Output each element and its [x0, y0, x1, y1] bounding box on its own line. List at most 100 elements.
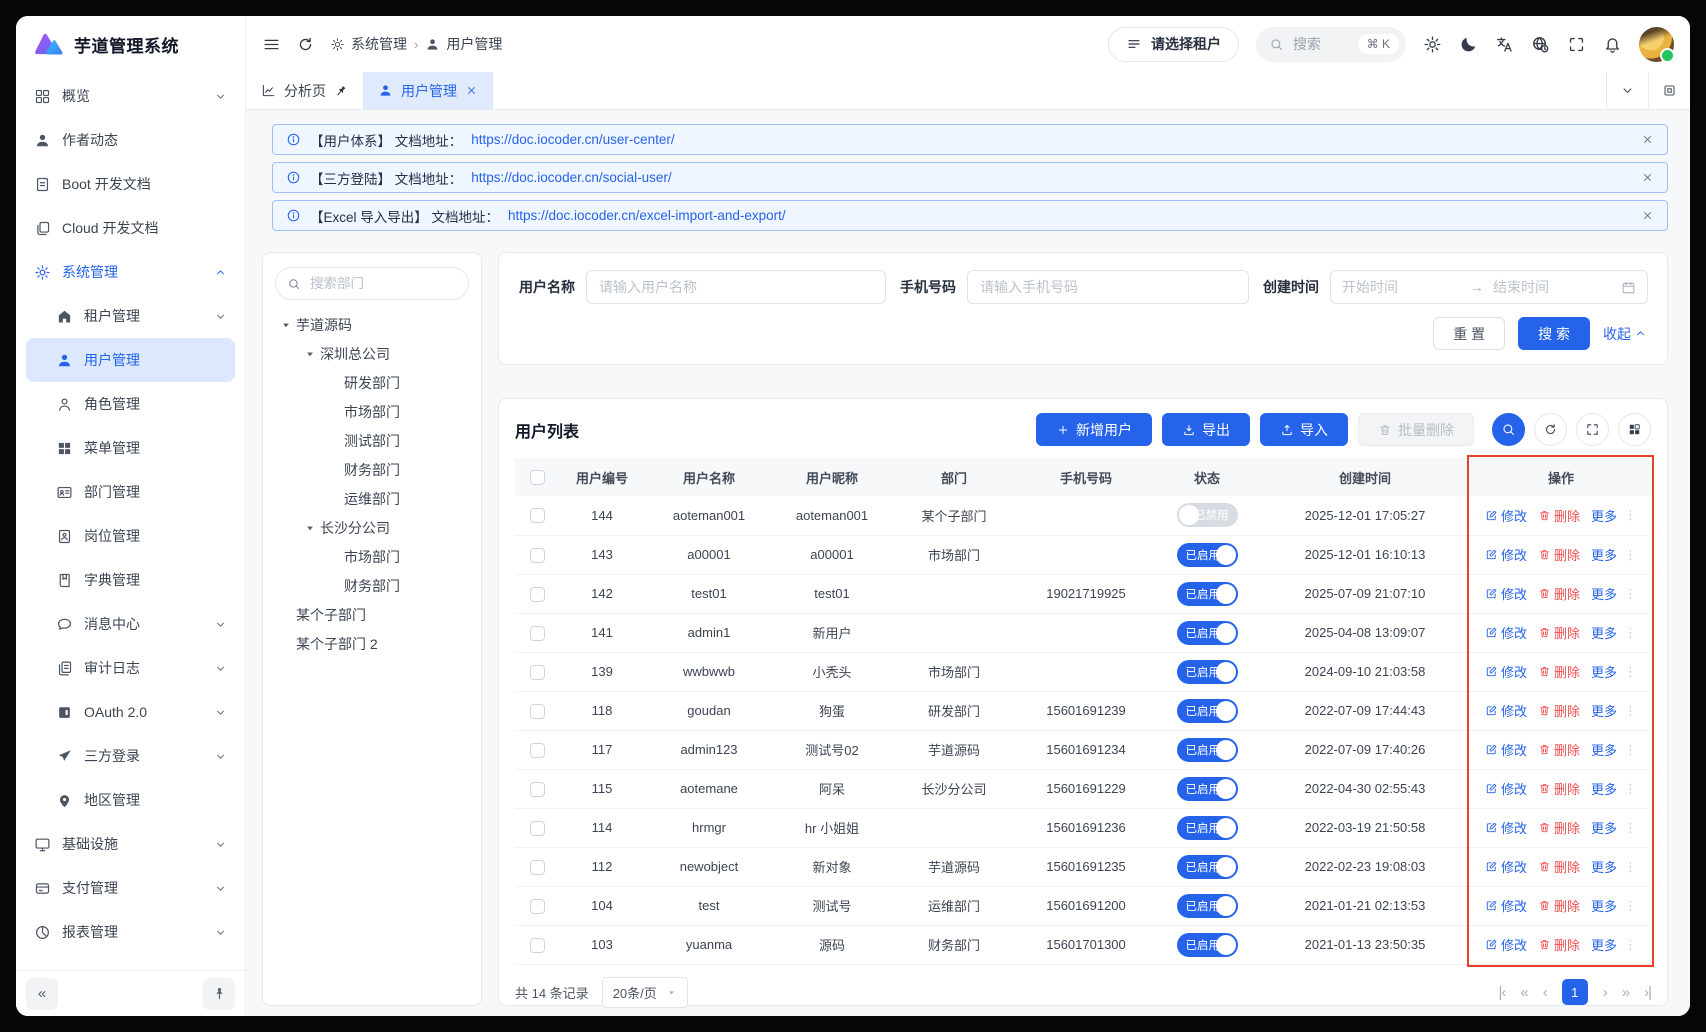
- status-toggle[interactable]: 已启用: [1177, 855, 1238, 879]
- tree-node[interactable]: 某个子部门 2: [275, 629, 469, 658]
- first-page-button[interactable]: |‹: [1499, 984, 1506, 1001]
- sidebar-item-cloud-docs[interactable]: Cloud 开发文档: [26, 206, 235, 250]
- delete-action[interactable]: 删除: [1538, 935, 1580, 954]
- username-input[interactable]: [586, 270, 886, 304]
- collapse-filters-link[interactable]: 收起: [1603, 324, 1647, 344]
- tree-node[interactable]: 市场部门: [275, 542, 469, 571]
- banner-close-icon[interactable]: [1641, 209, 1654, 222]
- tree-node[interactable]: 测试部门: [275, 426, 469, 455]
- edit-action[interactable]: 修改: [1485, 857, 1527, 876]
- dept-search-input[interactable]: [308, 275, 457, 292]
- more-action[interactable]: 更多: [1591, 506, 1617, 525]
- sidebar-item-menu-admin[interactable]: 菜单管理: [26, 426, 235, 470]
- edit-action[interactable]: 修改: [1485, 779, 1527, 798]
- locale-globe-icon[interactable]: [1531, 35, 1550, 54]
- sidebar-collapse-button[interactable]: «: [26, 978, 58, 1010]
- add-user-button[interactable]: 新增用户: [1036, 413, 1152, 446]
- row-checkbox[interactable]: [530, 626, 545, 641]
- banner-close-icon[interactable]: [1641, 171, 1654, 184]
- edit-action[interactable]: 修改: [1485, 662, 1527, 681]
- tenant-selector[interactable]: 请选择租户: [1108, 27, 1239, 62]
- sidebar-item-oauth2[interactable]: OAuth 2.0: [26, 690, 235, 734]
- prev-page-button[interactable]: ‹: [1543, 984, 1547, 1001]
- delete-action[interactable]: 删除: [1538, 701, 1580, 720]
- delete-action[interactable]: 删除: [1538, 506, 1580, 525]
- current-page-button[interactable]: 1: [1562, 979, 1588, 1005]
- sidebar-item-overview[interactable]: 概览: [26, 74, 235, 118]
- search-button[interactable]: 搜 索: [1518, 317, 1590, 350]
- edit-action[interactable]: 修改: [1485, 818, 1527, 837]
- bell-icon[interactable]: [1603, 35, 1622, 54]
- status-toggle[interactable]: 已启用: [1177, 894, 1238, 918]
- banner-link[interactable]: https://doc.iocoder.cn/user-center/: [471, 132, 674, 147]
- status-toggle[interactable]: 已启用: [1177, 816, 1238, 840]
- banner-close-icon[interactable]: [1641, 133, 1654, 146]
- status-toggle[interactable]: 已启用: [1177, 621, 1238, 645]
- sidebar-item-payment-admin[interactable]: 支付管理: [26, 866, 235, 910]
- row-checkbox[interactable]: [530, 587, 545, 602]
- tree-node[interactable]: 某个子部门: [275, 600, 469, 629]
- edit-action[interactable]: 修改: [1485, 935, 1527, 954]
- banner-link[interactable]: https://doc.iocoder.cn/social-user/: [471, 170, 671, 185]
- sidebar-item-dict-admin[interactable]: 字典管理: [26, 558, 235, 602]
- grid-tool-button[interactable]: [1618, 413, 1651, 446]
- delete-action[interactable]: 删除: [1538, 545, 1580, 564]
- row-checkbox[interactable]: [530, 821, 545, 836]
- edit-action[interactable]: 修改: [1485, 623, 1527, 642]
- delete-action[interactable]: 删除: [1538, 662, 1580, 681]
- batch-delete-button[interactable]: 批量删除: [1358, 413, 1474, 446]
- row-checkbox[interactable]: [530, 782, 545, 797]
- refresh-icon[interactable]: [296, 35, 315, 54]
- last-page-button[interactable]: ›|: [1644, 984, 1651, 1001]
- mobile-input[interactable]: [967, 270, 1249, 304]
- fullscreen-icon[interactable]: [1567, 35, 1586, 54]
- breadcrumb-item-user[interactable]: 用户管理: [425, 34, 502, 54]
- search-tool-button[interactable]: [1492, 413, 1525, 446]
- more-action[interactable]: 更多: [1591, 740, 1617, 759]
- more-action[interactable]: 更多: [1591, 818, 1617, 837]
- edit-action[interactable]: 修改: [1485, 896, 1527, 915]
- tree-node[interactable]: 财务部门: [275, 571, 469, 600]
- refresh-tool-button[interactable]: [1534, 413, 1567, 446]
- delete-action[interactable]: 删除: [1538, 779, 1580, 798]
- sidebar-item-system-admin[interactable]: 系统管理: [26, 250, 235, 294]
- more-action[interactable]: 更多: [1591, 857, 1617, 876]
- row-checkbox[interactable]: [530, 665, 545, 680]
- edit-action[interactable]: 修改: [1485, 545, 1527, 564]
- page-size-select[interactable]: 20条/页: [602, 977, 688, 1008]
- next-page-button[interactable]: ›: [1603, 984, 1607, 1001]
- hamburger-icon[interactable]: [262, 35, 281, 54]
- tab-dropdown-button[interactable]: [1606, 72, 1648, 109]
- tree-node[interactable]: 市场部门: [275, 397, 469, 426]
- more-action[interactable]: 更多: [1591, 701, 1617, 720]
- sidebar-item-message-center[interactable]: 消息中心: [26, 602, 235, 646]
- tree-node[interactable]: 财务部门: [275, 455, 469, 484]
- delete-action[interactable]: 删除: [1538, 896, 1580, 915]
- banner-link[interactable]: https://doc.iocoder.cn/excel-import-and-…: [508, 208, 786, 223]
- sidebar-item-social-login[interactable]: 三方登录: [26, 734, 235, 778]
- tree-node[interactable]: 运维部门: [275, 484, 469, 513]
- sidebar-item-user-admin[interactable]: 用户管理: [26, 338, 235, 382]
- more-action[interactable]: 更多: [1591, 662, 1617, 681]
- sidebar-item-infrastructure[interactable]: 基础设施: [26, 822, 235, 866]
- tab-analysis[interactable]: 分析页: [246, 72, 363, 109]
- translate-icon[interactable]: [1495, 35, 1514, 54]
- status-toggle[interactable]: 已禁用: [1177, 503, 1238, 527]
- sidebar-item-author-news[interactable]: 作者动态: [26, 118, 235, 162]
- close-icon[interactable]: [465, 84, 478, 97]
- delete-action[interactable]: 删除: [1538, 623, 1580, 642]
- tree-node[interactable]: 长沙分公司: [275, 513, 469, 542]
- moon-icon[interactable]: [1459, 35, 1478, 54]
- sidebar-item-role-admin[interactable]: 角色管理: [26, 382, 235, 426]
- tab-user-admin[interactable]: 用户管理: [363, 72, 493, 109]
- row-checkbox[interactable]: [530, 704, 545, 719]
- more-action[interactable]: 更多: [1591, 623, 1617, 642]
- row-checkbox[interactable]: [530, 899, 545, 914]
- sidebar-item-boot-docs[interactable]: Boot 开发文档: [26, 162, 235, 206]
- more-action[interactable]: 更多: [1591, 545, 1617, 564]
- delete-action[interactable]: 删除: [1538, 857, 1580, 876]
- more-action[interactable]: 更多: [1591, 584, 1617, 603]
- fast-next-button[interactable]: »: [1622, 984, 1629, 1001]
- status-toggle[interactable]: 已启用: [1177, 738, 1238, 762]
- select-all-checkbox[interactable]: [530, 470, 545, 485]
